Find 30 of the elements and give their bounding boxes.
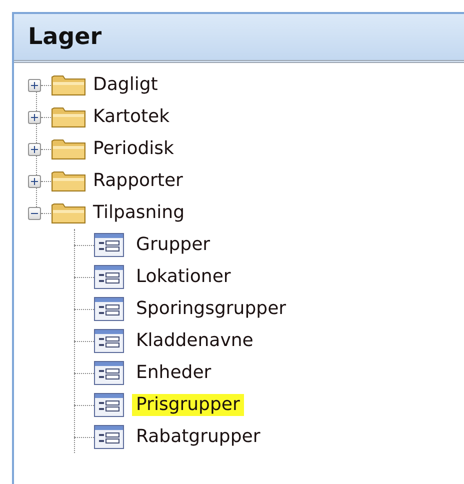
tree-item[interactable]: Grupper xyxy=(132,234,214,256)
folder-icon xyxy=(51,105,87,129)
form-icon xyxy=(94,425,124,449)
tree-item[interactable]: Periodisk xyxy=(93,138,174,160)
tree-item[interactable]: Enheder xyxy=(132,362,216,384)
form-icon xyxy=(94,329,124,353)
form-icon xyxy=(94,361,124,385)
folder-icon xyxy=(51,137,87,161)
folder-icon xyxy=(51,73,87,97)
form-icon xyxy=(94,233,124,257)
expander-button[interactable] xyxy=(28,110,41,124)
tree-item[interactable]: Lokationer xyxy=(132,266,235,288)
tree-item[interactable]: Prisgrupper xyxy=(132,394,244,416)
tree-item[interactable]: Dagligt xyxy=(93,74,158,96)
tree-item[interactable]: Rabatgrupper xyxy=(132,426,264,448)
tree-item[interactable]: Sporingsgrupper xyxy=(132,298,290,320)
panel-title: Lager xyxy=(28,24,102,50)
form-icon xyxy=(94,265,124,289)
form-icon xyxy=(94,393,124,417)
folder-icon xyxy=(51,169,87,193)
folder-icon xyxy=(51,201,87,225)
expander-button[interactable] xyxy=(28,142,41,156)
expander-button[interactable] xyxy=(28,206,41,220)
expander-button[interactable] xyxy=(28,174,41,188)
expander-button[interactable] xyxy=(28,78,41,92)
form-icon xyxy=(94,297,124,321)
tree-item[interactable]: Kladdenavne xyxy=(132,330,258,352)
tree-item[interactable]: Kartotek xyxy=(93,106,170,128)
tree-item[interactable]: Tilpasning xyxy=(93,202,185,224)
tree-item[interactable]: Rapporter xyxy=(93,170,183,192)
